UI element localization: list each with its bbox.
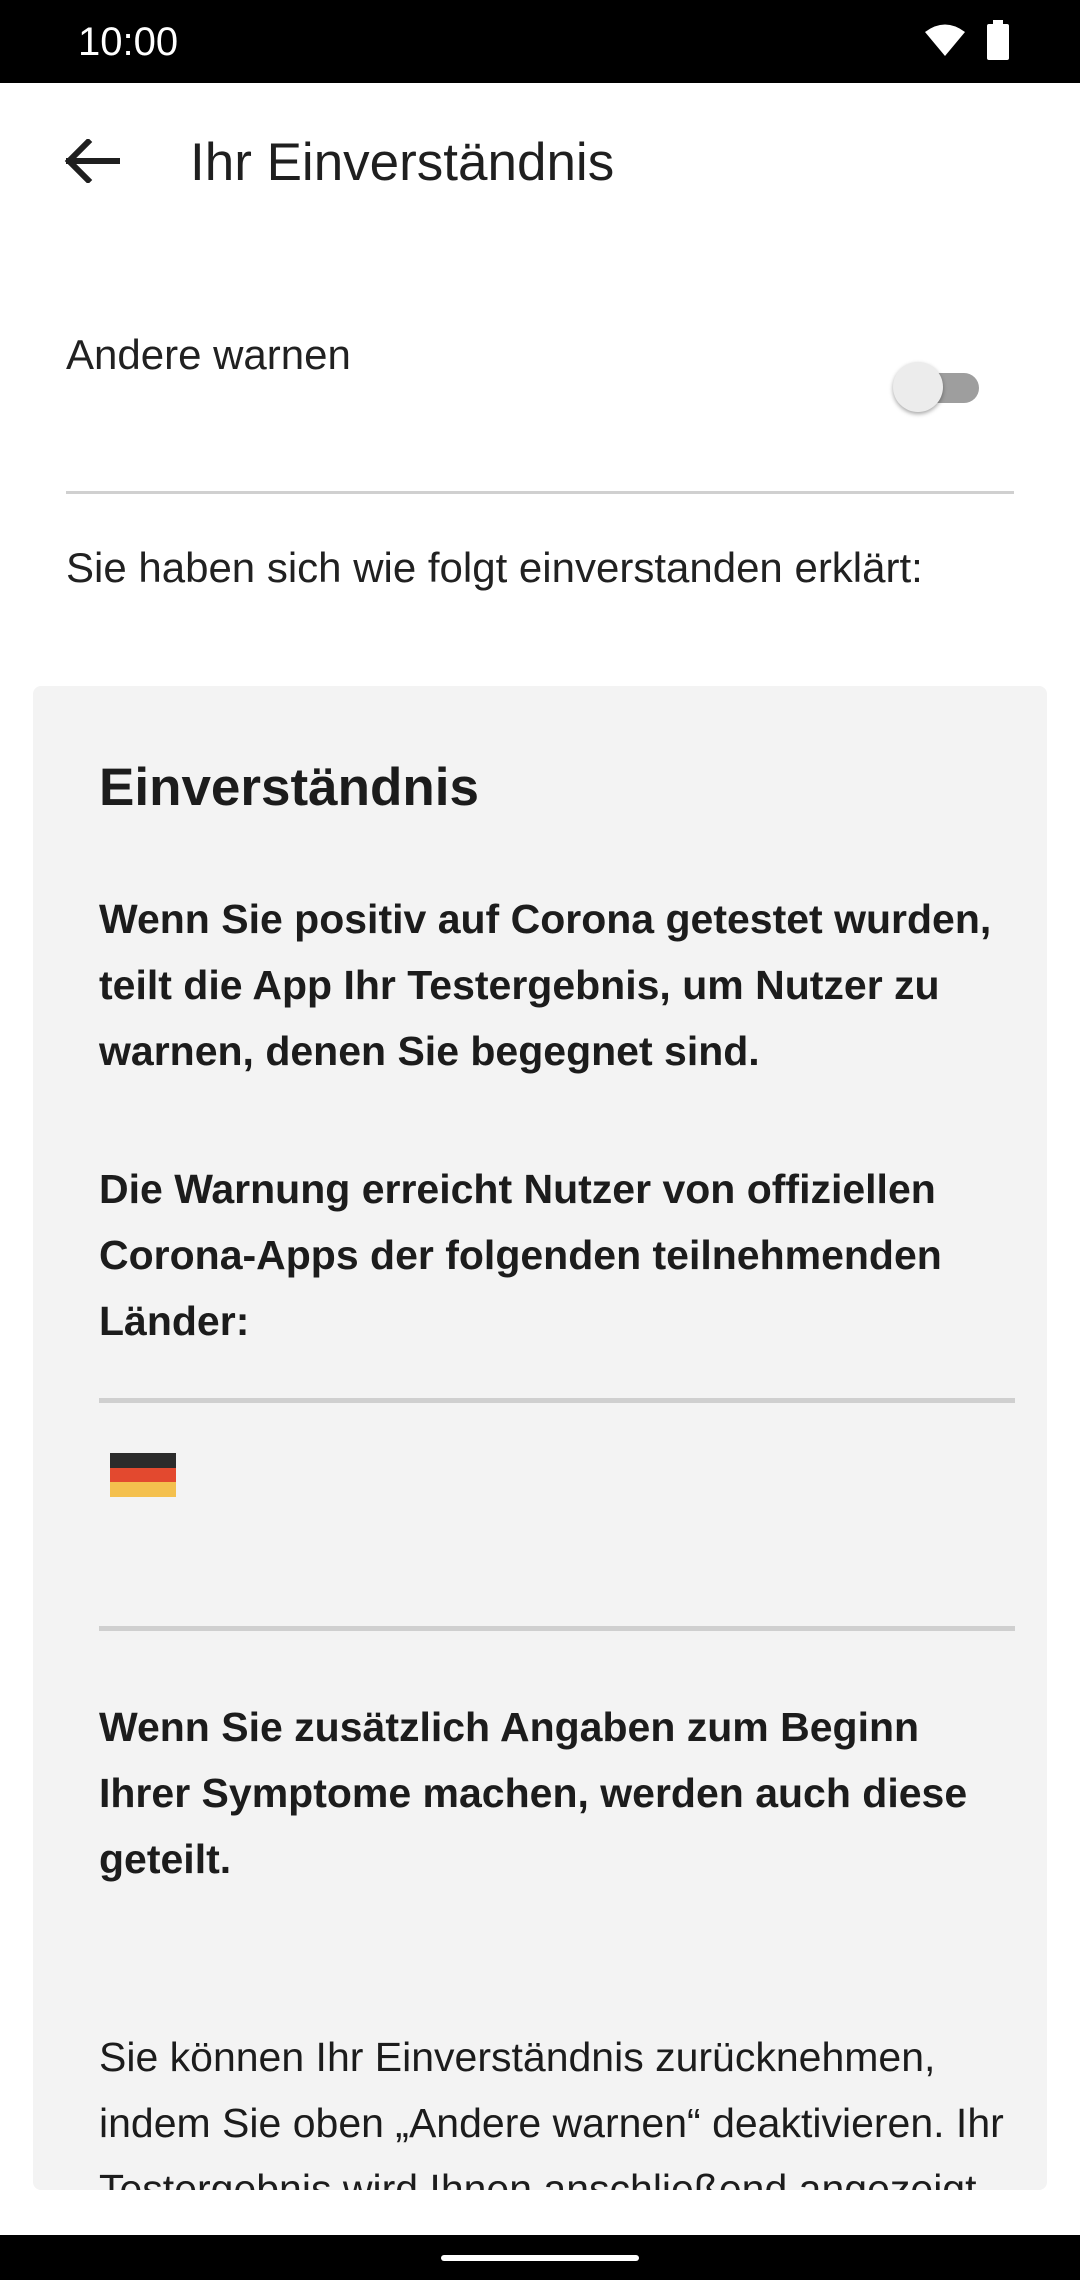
app-bar: Ihr Einverständnis — [0, 83, 1080, 243]
countries-divider-bottom — [99, 1626, 1015, 1631]
arrow-left-icon — [64, 137, 121, 188]
wifi-icon — [924, 23, 966, 62]
warn-others-row[interactable]: Andere warnen — [0, 243, 1080, 493]
back-button[interactable] — [52, 123, 132, 203]
consent-paragraph-1: Wenn Sie positiv auf Corona getestet wur… — [99, 896, 992, 1074]
status-icons — [924, 19, 1010, 65]
germany-flag-icon — [110, 1453, 176, 1497]
warn-others-label: Andere warnen — [66, 331, 351, 378]
countries-divider-top — [99, 1398, 1015, 1403]
home-gesture-handle[interactable] — [441, 2255, 639, 2261]
consent-paragraph-3: Wenn Sie zusätzlich Angaben zum Beginn I… — [99, 1704, 968, 1882]
consent-card: Einverständnis Wenn Sie positiv auf Coro… — [33, 686, 1047, 2190]
status-bar: 10:00 — [0, 0, 1080, 83]
page-title: Ihr Einverständnis — [190, 133, 615, 192]
divider — [66, 491, 1014, 494]
status-time: 10:00 — [78, 20, 179, 64]
switch-thumb — [893, 362, 943, 412]
consent-paragraph-2: Die Warnung erreicht Nutzer von offiziel… — [99, 1166, 942, 1344]
card-title: Einverständnis — [99, 758, 479, 817]
battery-icon — [986, 19, 1010, 65]
consent-intro-text: Sie haben sich wie folgt einverstanden e… — [66, 544, 923, 591]
consent-paragraph-4: Sie können Ihr Einverständnis zurücknehm… — [99, 2034, 1004, 2190]
warn-others-switch[interactable] — [893, 360, 985, 414]
navigation-bar — [0, 2235, 1080, 2280]
